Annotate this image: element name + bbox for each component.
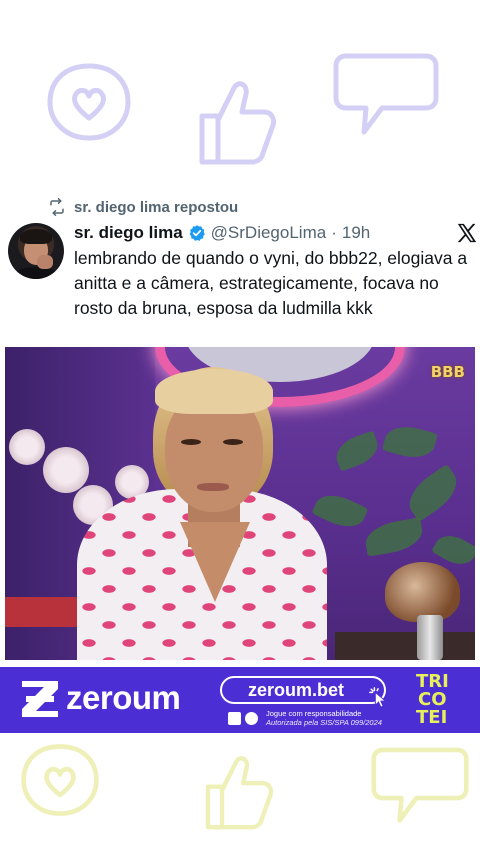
heart-circle-deco-icon: [47, 63, 131, 141]
zeroum-logo-icon: [22, 681, 58, 717]
x-logo-icon[interactable]: [456, 222, 478, 244]
timestamp[interactable]: 19h: [342, 223, 370, 243]
display-name[interactable]: sr. diego lima: [74, 223, 183, 243]
heart-circle-deco-icon-bottom: [21, 744, 99, 816]
user-handle[interactable]: @SrDiegoLima: [211, 223, 327, 243]
repost-label: sr. diego lima repostou: [74, 198, 239, 216]
repost-icon: [50, 198, 64, 216]
tweet-header: sr. diego lima @SrDiegoLima · 19h: [74, 221, 370, 245]
ad-brand-name: zeroum: [66, 679, 181, 716]
speech-bubble-deco-icon-bottom: [371, 747, 469, 823]
ad-banner[interactable]: zeroum zeroum.bet Jogue com responsabili…: [0, 667, 480, 733]
cursor-click-icon: [369, 687, 387, 708]
avatar[interactable]: [8, 223, 64, 279]
tweet-media-image[interactable]: BBB: [5, 347, 475, 660]
tricotei-logo: TRI CO TEI: [392, 667, 480, 733]
ad-url-label: zeroum.bet: [247, 679, 344, 700]
age-rating-icon: [245, 711, 258, 725]
legal-line-1: Jogue com responsabilidade: [266, 709, 362, 718]
tricotei-line-3: TEI: [416, 707, 448, 728]
speech-bubble-deco-icon: [333, 53, 439, 135]
bbb-watermark: BBB: [430, 363, 465, 381]
tweet-text: lembrando de quando o vyni, do bbb22, el…: [74, 248, 468, 318]
ad-legal-notice: Jogue com responsabilidade Autorizada pe…: [228, 709, 382, 727]
ad-url-button[interactable]: zeroum.bet: [220, 676, 386, 704]
zeroum-small-icon: [228, 711, 241, 725]
separator-dot: ·: [331, 223, 337, 242]
thumbs-up-deco-icon: [199, 81, 277, 165]
verified-badge-icon: [189, 225, 205, 241]
thumbs-up-deco-icon-bottom: [205, 756, 274, 830]
repost-indicator[interactable]: sr. diego lima repostou: [48, 196, 238, 218]
legal-line-2: Autorizada pela SIS/SPA 099/2024: [266, 718, 382, 727]
